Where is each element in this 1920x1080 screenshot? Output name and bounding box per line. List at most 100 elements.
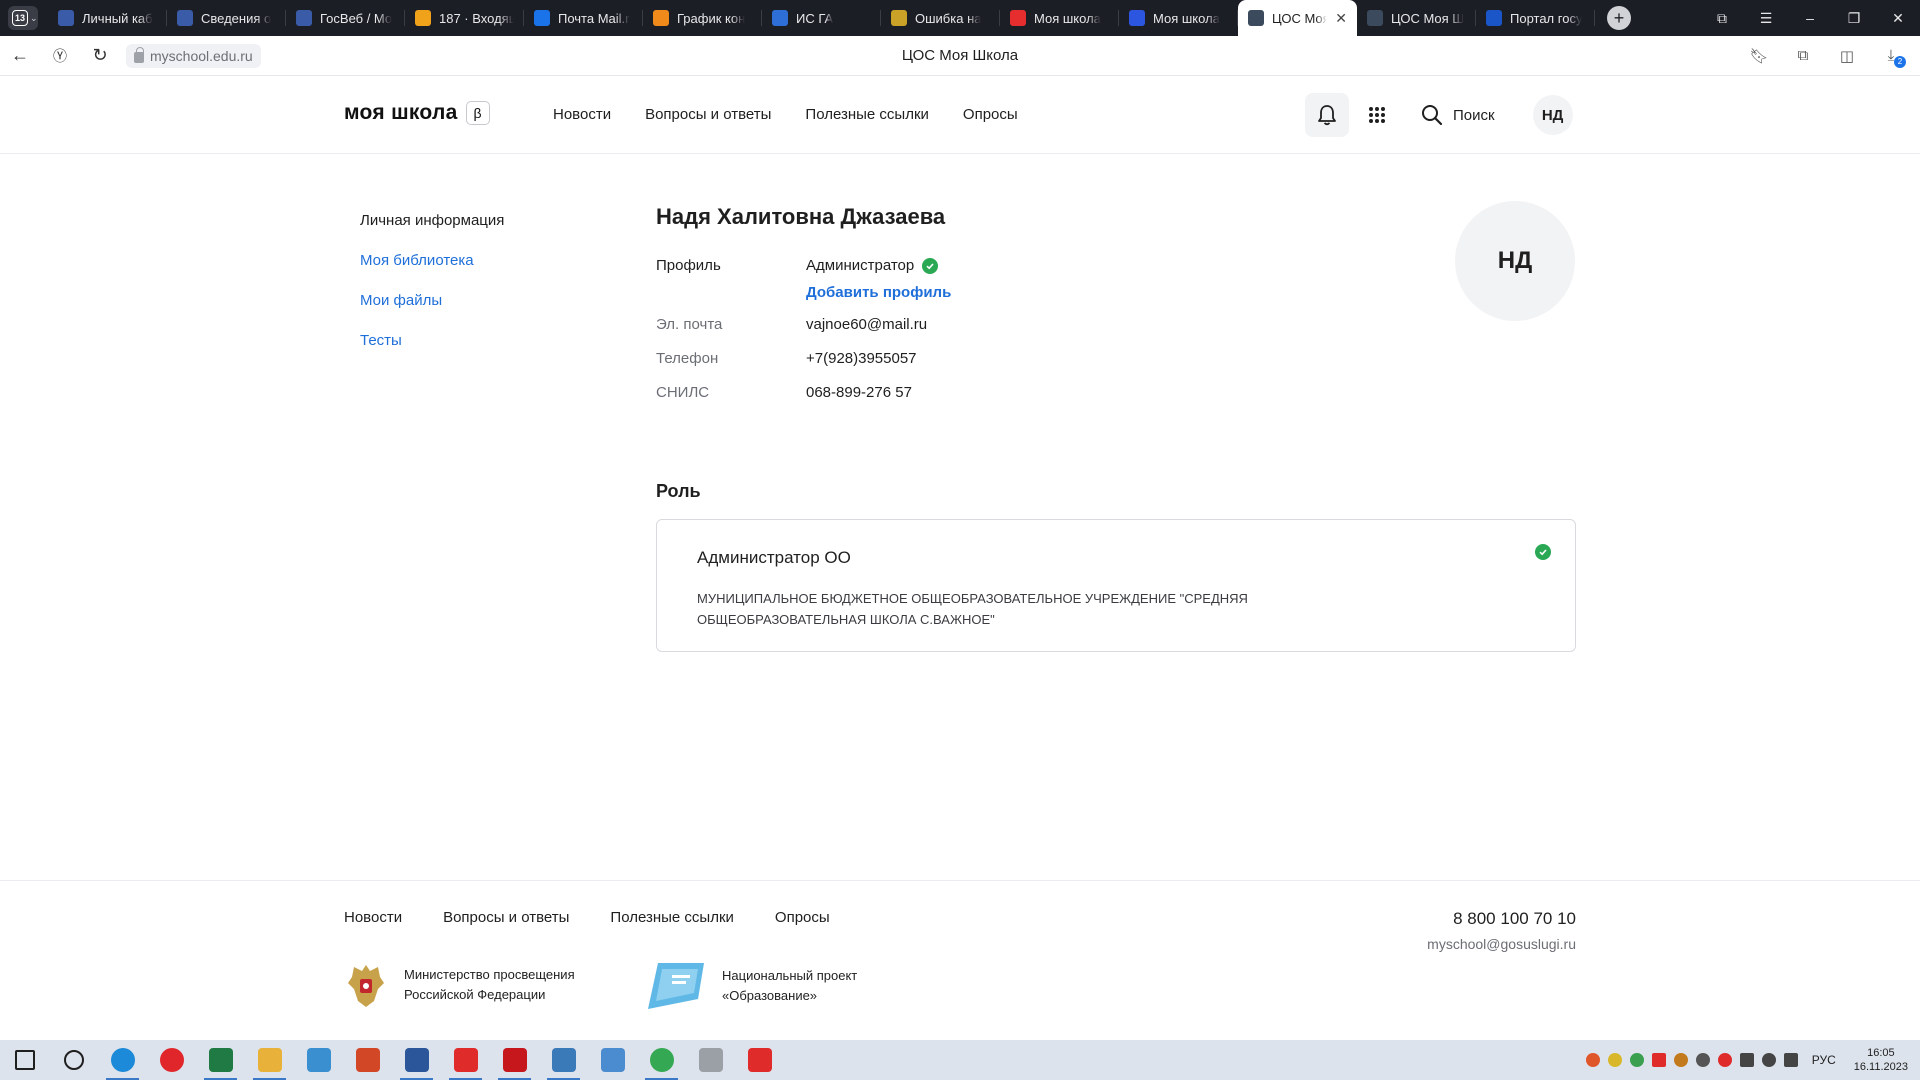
tab-counter-button[interactable]: 13 ⌄: [8, 6, 38, 30]
nav-item-news[interactable]: Новости: [553, 106, 611, 123]
search-icon-glyph: [63, 1050, 84, 1070]
menu-icon[interactable]: ☰: [1744, 10, 1788, 27]
national-project-link[interactable]: Национальный проект «Образование»: [646, 961, 857, 1011]
add-profile-link[interactable]: Добавить профиль: [806, 284, 951, 301]
search-icon: [1422, 105, 1443, 126]
role-card[interactable]: Администратор ОО МУНИЦИПАЛЬНОЕ БЮДЖЕТНОЕ…: [656, 519, 1576, 652]
reload-icon[interactable]: ↻: [80, 45, 120, 66]
nav-item-polls[interactable]: Опросы: [963, 106, 1018, 123]
system-tray: РУС 16:05 16.11.2023: [1585, 1046, 1920, 1074]
role-check-icon: [1535, 544, 1551, 560]
emblem-icon: [177, 10, 193, 26]
tray-app-icon[interactable]: [1585, 1053, 1600, 1067]
downloads-icon[interactable]: ⤓ 2: [1876, 47, 1906, 68]
browser-tab[interactable]: ИС ГА: [762, 0, 881, 36]
opera-icon[interactable]: [147, 1040, 196, 1080]
site-logo[interactable]: моя школа β: [344, 101, 490, 125]
browser-tab[interactable]: Моя школа: [1000, 0, 1119, 36]
services-menu-button[interactable]: [1355, 93, 1399, 137]
word-icon-glyph: [404, 1048, 429, 1072]
powerpoint-icon[interactable]: [343, 1040, 392, 1080]
profile-value-text: Администратор: [806, 257, 915, 274]
sidebar-item-files[interactable]: Мои файлы: [360, 292, 504, 310]
yandex-home-icon[interactable]: Ⓨ: [40, 46, 80, 66]
logo-text: моя школа: [344, 101, 458, 124]
notifications-button[interactable]: [1305, 93, 1349, 137]
chrome-icon[interactable]: [637, 1040, 686, 1080]
browser-tab[interactable]: Моя школа: [1119, 0, 1238, 36]
chevron-down-icon: ⌄: [30, 12, 38, 23]
image-viewer-icon[interactable]: [588, 1040, 637, 1080]
restore-button[interactable]: ❐: [1832, 10, 1876, 27]
security-icon[interactable]: ◫: [1832, 47, 1862, 65]
boat-icon[interactable]: [539, 1040, 588, 1080]
close-tab-icon[interactable]: ✕: [1335, 10, 1347, 27]
volume-icon[interactable]: [1761, 1053, 1776, 1067]
lock-icon: [134, 47, 144, 63]
bookmark-icon[interactable]: 🔖︎: [1744, 47, 1774, 65]
sidebar-item-personal-info[interactable]: Личная информация: [360, 212, 504, 230]
phone-value: +7(928)3955057: [806, 350, 917, 367]
edge-icon[interactable]: [98, 1040, 147, 1080]
sidebar-item-library[interactable]: Моя библиотека: [360, 252, 504, 270]
start-icon[interactable]: [0, 1040, 49, 1080]
sidebar-item-tests[interactable]: Тесты: [360, 332, 504, 350]
extensions-icon[interactable]: ⧉: [1788, 47, 1818, 64]
tray-app-icon[interactable]: [1695, 1053, 1710, 1067]
explorer-icon[interactable]: [245, 1040, 294, 1080]
tray-app-icon[interactable]: [1651, 1053, 1666, 1067]
footer-link-polls[interactable]: Опросы: [775, 909, 830, 926]
user-avatar-button[interactable]: НД: [1532, 95, 1573, 135]
browser-tab[interactable]: График кон: [643, 0, 762, 36]
search-icon[interactable]: [49, 1040, 98, 1080]
browser-tab[interactable]: Сведения о: [167, 0, 286, 36]
browser-tab[interactable]: ГосВеб / Мо: [286, 0, 405, 36]
system-clock[interactable]: 16:05 16.11.2023: [1854, 1046, 1908, 1074]
main-nav: Новости Вопросы и ответы Полезные ссылки…: [553, 106, 1018, 123]
tray-app-icon[interactable]: [1607, 1053, 1622, 1067]
browser-tab[interactable]: 187 · Входящ: [405, 0, 524, 36]
yandex-tray-icon[interactable]: [1717, 1053, 1732, 1067]
close-window-button[interactable]: ✕: [1876, 10, 1920, 27]
yandex-browser-icon[interactable]: [441, 1040, 490, 1080]
new-tab-button[interactable]: +: [1607, 6, 1631, 30]
document-icon[interactable]: [686, 1040, 735, 1080]
support-phone[interactable]: 8 800 100 70 10: [1453, 909, 1576, 929]
site-header: моя школа β Новости Вопросы и ответы Пол…: [0, 77, 1920, 154]
minimize-button[interactable]: –: [1788, 10, 1832, 26]
nav-item-links[interactable]: Полезные ссылки: [805, 106, 929, 123]
excel-icon[interactable]: [196, 1040, 245, 1080]
browser-tab[interactable]: Личный каб: [48, 0, 167, 36]
display-icon[interactable]: [1783, 1053, 1798, 1067]
browser-tab[interactable]: Ошибка на: [881, 0, 1000, 36]
tray-app-icon[interactable]: [1629, 1053, 1644, 1067]
taskbar-apps: [0, 1040, 784, 1080]
word-icon[interactable]: [392, 1040, 441, 1080]
profile-row: Профиль Администратор: [656, 257, 939, 274]
network-icon[interactable]: [1739, 1053, 1754, 1067]
search-button[interactable]: Поиск: [1421, 104, 1495, 126]
footer-link-faq[interactable]: Вопросы и ответы: [443, 909, 569, 926]
footer-link-news[interactable]: Новости: [344, 909, 402, 926]
nav-item-faq[interactable]: Вопросы и ответы: [645, 106, 771, 123]
image-viewer-icon-glyph: [600, 1048, 625, 1072]
window-controls: ⧉ ☰ – ❐ ✕: [1700, 0, 1920, 36]
channel-5-icon[interactable]: [735, 1040, 784, 1080]
browser-tab[interactable]: ЦОС Моя ✕: [1238, 0, 1357, 36]
app-icon[interactable]: [294, 1040, 343, 1080]
profile-avatar[interactable]: НД: [1455, 201, 1575, 321]
back-arrow-icon[interactable]: ←: [0, 45, 40, 66]
footer-link-links[interactable]: Полезные ссылки: [610, 909, 734, 926]
browser-tab[interactable]: ЦОС Моя Ш: [1357, 0, 1476, 36]
russian-emblem-icon: [348, 965, 384, 1007]
keyboard-language[interactable]: РУС: [1812, 1053, 1836, 1067]
explorer-icon-glyph: [257, 1048, 282, 1072]
browser-tab[interactable]: Портал госу: [1476, 0, 1595, 36]
acrobat-icon[interactable]: [490, 1040, 539, 1080]
browser-tab[interactable]: Почта Mail.r: [524, 0, 643, 36]
url-field[interactable]: myschool.edu.ru: [126, 43, 261, 68]
collections-icon[interactable]: ⧉: [1700, 10, 1744, 27]
tray-app-icon[interactable]: [1673, 1053, 1688, 1067]
ministry-link[interactable]: Министерство просвещения Российской Феде…: [344, 961, 575, 1009]
support-email[interactable]: myschool@gosuslugi.ru: [1427, 936, 1576, 952]
